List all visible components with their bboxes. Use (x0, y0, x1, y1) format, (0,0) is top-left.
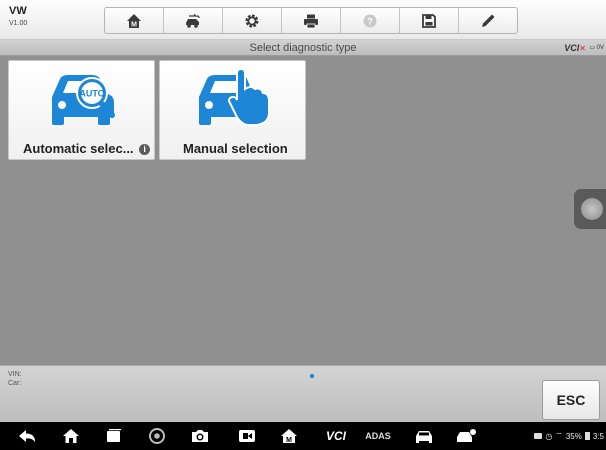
battery-percent: 35% (565, 431, 582, 441)
adas-button[interactable]: ADAS (360, 422, 396, 450)
maxisys-home-button[interactable]: M (278, 422, 300, 450)
settings-button[interactable] (223, 8, 282, 33)
battery-voltage: ▭ 0V (589, 45, 604, 51)
print-button[interactable] (282, 8, 341, 33)
chrome-button[interactable] (146, 422, 168, 450)
recent-apps-button[interactable] (103, 422, 125, 450)
back-button[interactable] (16, 422, 38, 450)
car-label: Car: (8, 380, 22, 387)
software-version: V1.00 (9, 20, 28, 27)
back-icon (19, 430, 35, 442)
battery-voltage-value: 0V (596, 45, 604, 51)
svg-text:M: M (286, 437, 292, 444)
esc-button[interactable]: ESC (542, 380, 600, 420)
system-navigation-bar: M VCI ADAS ◷ ⌔ 35% 3:5 (0, 422, 606, 450)
svg-text:M: M (131, 21, 137, 28)
floppy-icon (422, 13, 436, 28)
car-icon (416, 431, 432, 443)
screen-record-button[interactable] (236, 422, 258, 450)
recent-apps-icon (107, 429, 121, 442)
chrome-icon (149, 428, 165, 444)
home-icon: M (127, 13, 141, 28)
car-auto-search-icon: AUTO (9, 65, 154, 131)
svg-text:?: ? (367, 16, 373, 26)
automatic-selection-tile[interactable]: AUTO Automatic selec... i (8, 60, 155, 160)
vehicle-info-panel: VIN: Car: (0, 365, 606, 422)
app-brand: VW V1.00 (9, 5, 28, 28)
vehicle-button[interactable] (413, 422, 435, 450)
car-service-icon (457, 429, 476, 442)
svg-text:AUTO: AUTO (79, 89, 104, 99)
info-icon[interactable]: i (139, 144, 151, 155)
system-home-button[interactable] (60, 422, 82, 450)
printer-icon (304, 14, 318, 28)
help-button[interactable]: ? (341, 8, 400, 33)
floating-assist-button[interactable] (574, 189, 606, 229)
wifi-icon: ⌔ (555, 431, 563, 440)
assist-circle-icon (581, 198, 603, 220)
clock-status-icon: ◷ (545, 431, 553, 441)
screen-record-icon (239, 430, 255, 442)
car-service-button[interactable] (455, 422, 479, 450)
vin-label: VIN: (8, 371, 22, 378)
brand-name: VW (9, 5, 27, 17)
vci-icon: VCI (325, 429, 346, 443)
maxisys-home-icon: M (281, 429, 297, 444)
message-icon (534, 433, 543, 439)
home-button[interactable]: M (105, 8, 164, 33)
car-hand-tap-icon (160, 65, 305, 131)
gear-icon (245, 14, 259, 27)
home-icon (63, 429, 79, 443)
screen-title: Select diagnostic type (249, 42, 357, 54)
car-swap-icon (186, 13, 200, 28)
help-icon: ? (363, 14, 377, 27)
manual-selection-tile[interactable]: Manual selection (159, 60, 306, 160)
pen-icon (482, 14, 495, 27)
annotate-button[interactable] (459, 8, 517, 33)
clock: 3:5 (592, 431, 604, 441)
vci-manager-button[interactable]: VCI (324, 422, 348, 450)
vci-status: VCI✕ (564, 42, 586, 55)
screenshot-button[interactable] (187, 422, 213, 450)
vci-label: VCI (564, 43, 580, 53)
page-indicator-dot (310, 374, 314, 378)
toolbar-button-group: M ? (104, 7, 518, 34)
top-toolbar: VW V1.00 M ? (0, 0, 606, 40)
adas-icon: ADAS (365, 431, 391, 441)
save-button[interactable] (400, 8, 459, 33)
automatic-selection-label: Automatic selec... i (23, 141, 151, 156)
manual-selection-label: Manual selection (183, 141, 288, 156)
status-tray: ◷ ⌔ 35% 3:5 (534, 422, 606, 450)
battery-icon (584, 432, 590, 440)
camera-icon (192, 430, 208, 442)
screen-title-bar: Select diagnostic type VCI✕ ▭ 0V (0, 40, 606, 56)
vehicle-swap-button[interactable] (164, 8, 223, 33)
vci-disconnected-icon: ✕ (579, 44, 586, 53)
